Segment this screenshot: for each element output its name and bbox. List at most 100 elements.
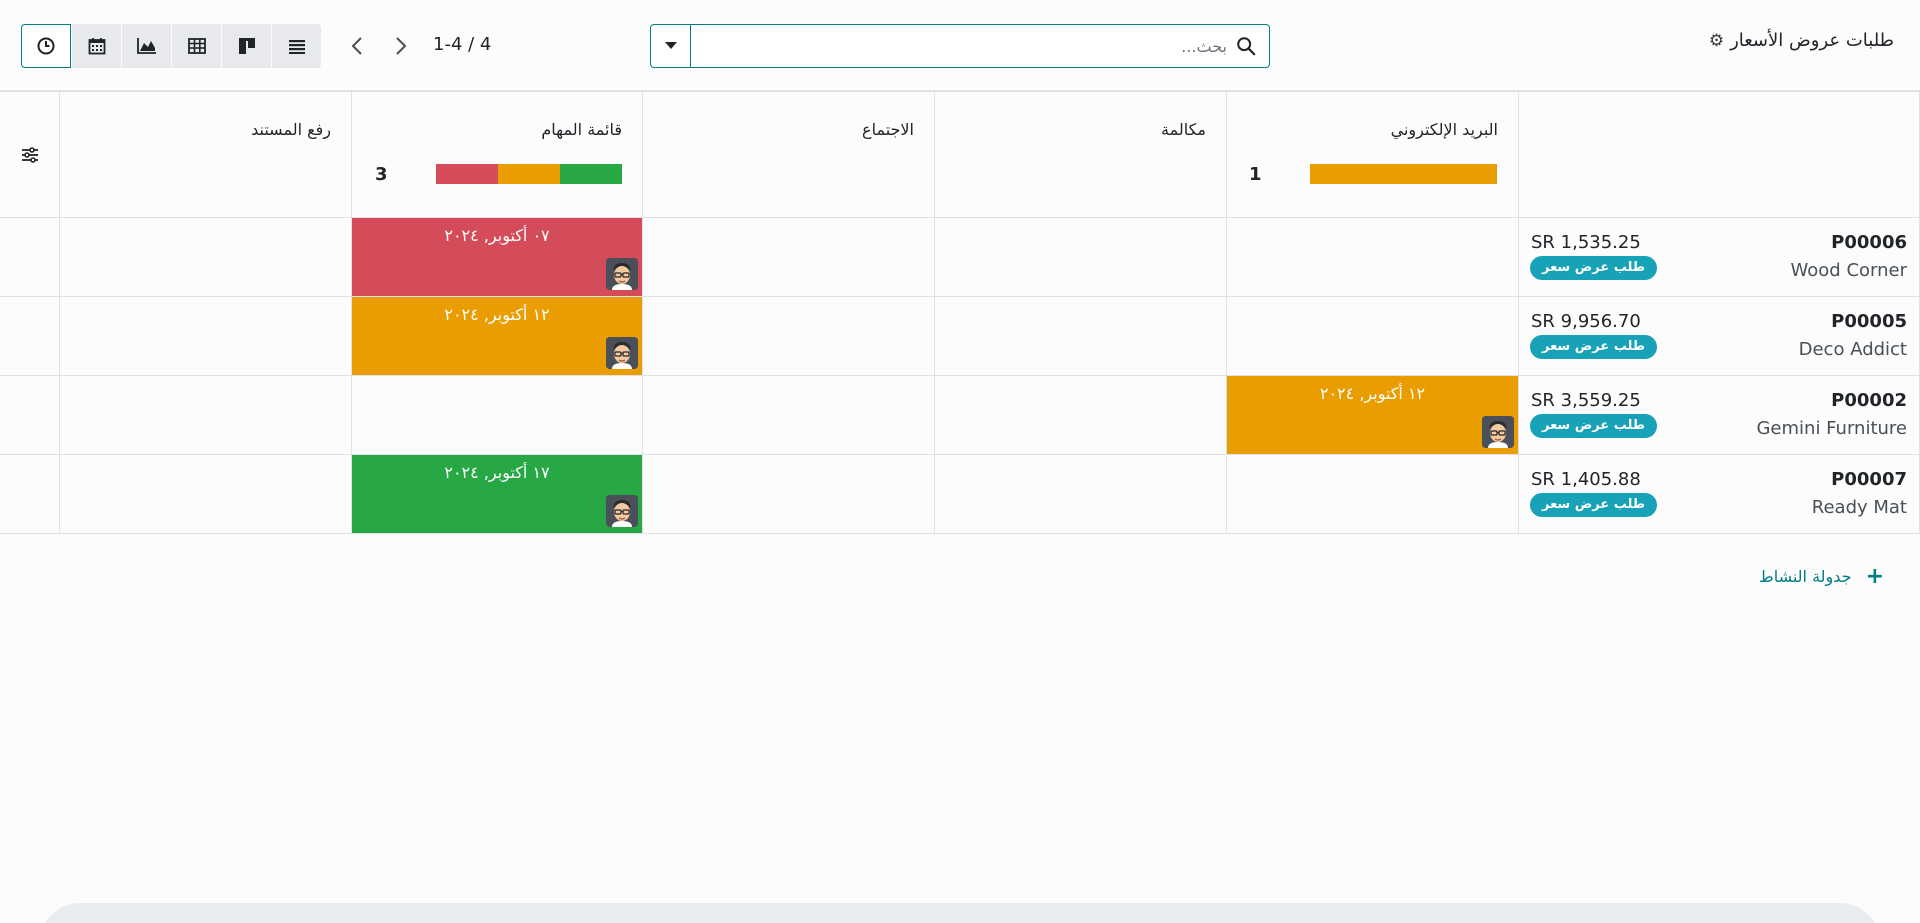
record-cell[interactable]: P00007 SR 1,405.88 Ready Mat طلب عرض سعر [1519,455,1920,534]
activity-cell[interactable] [935,455,1227,534]
record-reference: P00007 [1831,469,1907,490]
activity-cell-scheduled[interactable]: ١٢ أكتوبر, ٢٠٢٤ [352,297,643,376]
column-count: 3 [375,164,388,185]
bottom-panel [40,903,1880,923]
record-reference: P00002 [1831,390,1907,411]
chevron-left-icon [351,37,362,55]
view-switcher [21,24,321,68]
record-partner: Gemini Furniture [1756,418,1907,439]
progress-segment[interactable] [1310,164,1497,184]
activity-cell[interactable] [1227,218,1519,297]
activity-date: ١٢ أكتوبر, ٢٠٢٤ [444,305,550,324]
column-title: الاجتماع [862,120,914,139]
record-cell[interactable]: P00006 SR 1,535.25 Wood Corner طلب عرض س… [1519,218,1920,297]
record-reference: P00005 [1831,311,1907,332]
activity-cell[interactable] [643,376,935,455]
schedule-activity-link[interactable]: + جدولة النشاط [1759,564,1884,589]
pager-next-button[interactable] [384,28,418,64]
table-icon [187,38,206,54]
activity-cell[interactable] [352,376,643,455]
activity-date: ٠٧ أكتوبر, ٢٠٢٤ [444,226,550,245]
schedule-activity-label: جدولة النشاط [1758,567,1852,586]
status-badge: طلب عرض سعر [1530,414,1658,438]
activity-cell-scheduled[interactable]: ١٢ أكتوبر, ٢٠٢٤ [1227,376,1519,455]
record-partner: Ready Mat [1811,497,1907,518]
column-title: قائمة المهام [541,120,622,139]
activity-cell[interactable] [643,218,935,297]
activity-cell-scheduled[interactable]: ٠٧ أكتوبر, ٢٠٢٤ [352,218,643,297]
record-reference: P00006 [1831,232,1907,253]
area-chart-icon [136,38,156,54]
activity-cell[interactable] [643,455,935,534]
activity-cell[interactable] [935,376,1227,455]
record-cell[interactable]: P00002 SR 3,559.25 Gemini Furniture طلب … [1519,376,1920,455]
search-icon[interactable] [1235,35,1257,57]
control-panel: طلبات عروض الأسعار ⚙ 1-4 / 4 [0,0,1920,90]
record-partner: Deco Addict [1798,339,1907,360]
status-badge: طلب عرض سعر [1530,256,1658,280]
column-header-meeting[interactable]: الاجتماع [643,92,935,218]
column-progress-bar[interactable] [436,164,622,184]
search-input[interactable] [747,33,1227,59]
column-title: مكالمة [1161,120,1206,139]
clock-icon [37,37,55,55]
column-title: رفع المستند [251,120,331,139]
list-icon [288,40,305,54]
status-badge: طلب عرض سعر [1530,335,1658,359]
activity-cell[interactable] [60,455,352,534]
view-kanban-button[interactable] [221,24,271,68]
view-calendar-button[interactable] [71,24,121,68]
column-count: 1 [1249,164,1262,185]
column-settings-cell[interactable] [0,92,60,218]
activity-cell[interactable] [1227,297,1519,376]
record-partner: Wood Corner [1790,260,1907,281]
activity-cell[interactable] [60,376,352,455]
empty-cell [0,455,60,534]
column-header-email[interactable]: البريد الإلكتروني 1 [1227,92,1519,218]
view-graph-button[interactable] [121,24,171,68]
activity-cell[interactable] [643,297,935,376]
empty-cell [0,297,60,376]
caret-down-icon [664,42,677,49]
status-badge: طلب عرض سعر [1530,493,1658,517]
record-amount: SR 1,535.25 [1531,232,1641,253]
activity-cell-scheduled[interactable]: ١٧ أكتوبر, ٢٠٢٤ [352,455,643,534]
column-header-call[interactable]: مكالمة [935,92,1227,218]
activity-date: ١٢ أكتوبر, ٢٠٢٤ [1319,384,1426,403]
activity-cell[interactable] [935,218,1227,297]
avatar [1482,416,1514,448]
record-cell[interactable]: P00005 SR 9,956.70 Deco Addict طلب عرض س… [1519,297,1920,376]
record-amount: SR 9,956.70 [1531,311,1641,332]
empty-cell [0,218,60,297]
activity-cell[interactable] [1227,455,1519,534]
calendar-icon [88,38,105,55]
activity-grid: البريد الإلكتروني 1 مكالمة الاجتماع قائم… [0,90,1920,534]
column-header-todo[interactable]: قائمة المهام 3 [352,92,643,218]
pager-previous-button[interactable] [340,28,374,64]
search-bar [650,24,1270,68]
pager-value[interactable]: 1-4 / 4 [433,34,491,55]
empty-cell [0,376,60,455]
view-pivot-button[interactable] [171,24,221,68]
chevron-right-icon [396,37,407,55]
view-list-button[interactable] [271,24,321,68]
view-activity-button[interactable] [21,24,71,68]
record-amount: SR 3,559.25 [1531,390,1641,411]
page-title: طلبات عروض الأسعار [1730,30,1894,51]
record-amount: SR 1,405.88 [1531,469,1641,490]
kanban-icon [238,38,255,54]
progress-segment[interactable] [560,164,622,184]
progress-segment[interactable] [498,164,560,184]
search-options-toggle[interactable] [651,25,691,67]
avatar [606,337,638,369]
column-progress-bar[interactable] [1310,164,1497,184]
avatar [606,258,638,290]
activity-date: ١٧ أكتوبر, ٢٠٢٤ [444,463,550,482]
activity-cell[interactable] [60,297,352,376]
breadcrumb-title: طلبات عروض الأسعار ⚙ [1709,30,1894,51]
progress-segment[interactable] [436,164,498,184]
column-header-upload-document[interactable]: رفع المستند [60,92,352,218]
gear-icon[interactable]: ⚙ [1709,31,1724,51]
activity-cell[interactable] [935,297,1227,376]
activity-cell[interactable] [60,218,352,297]
